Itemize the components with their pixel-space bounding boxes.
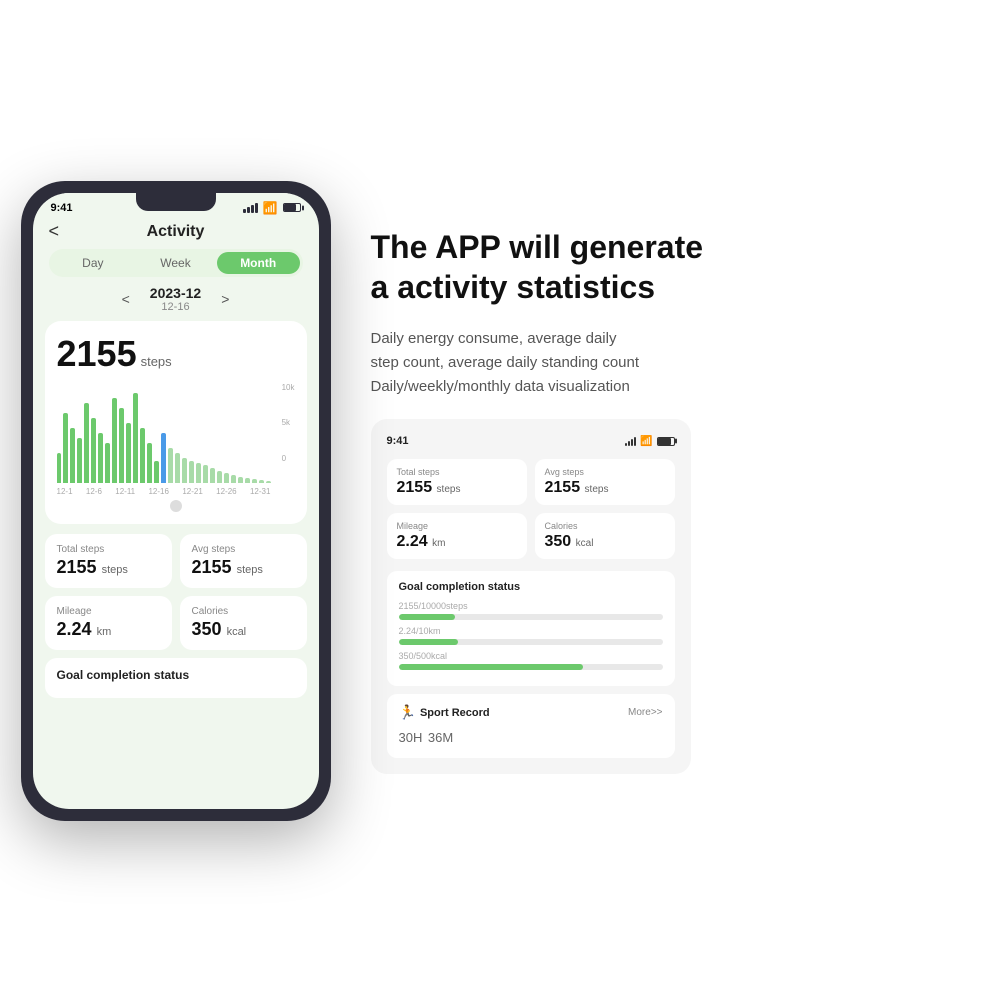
mini-avg-steps-label: Avg steps [545,467,665,477]
mini-goal-title: Goal completion status [399,581,663,593]
bar-chart: 10k 5k 0 [57,383,295,483]
goal-bar-1-bg [399,614,663,620]
x-label-1: 12-1 [57,487,73,496]
goal-bar-2-bg [399,639,663,645]
x-label-31: 12-31 [250,487,270,496]
goal-row-1-label: 2155/10000steps [399,601,663,611]
mini-status-time: 9:41 [387,435,409,447]
mini-wifi-icon: 📶 [640,436,652,447]
chart-card: 2155 steps [45,321,307,524]
y-label-5k: 5k [282,418,295,427]
mileage-label: Mileage [57,606,160,617]
status-icons: 📶 [243,201,301,215]
sport-record-title: 🏃 Sport Record [399,704,490,721]
y-label-10k: 10k [282,383,295,392]
right-content: The APP will generate a activity statist… [371,227,981,774]
description: Daily energy consume, average daily step… [371,327,981,399]
mini-status-icons: 📶 [625,436,674,447]
mini-total-steps-label: Total steps [397,467,517,477]
goal-bar-1-fill [399,614,456,620]
goal-title: Goal completion status [57,668,295,682]
mini-mileage-label: Mileage [397,521,517,531]
goal-bar-3-fill [399,664,584,670]
mini-status-bar: 9:41 📶 [387,435,675,447]
date-next-button[interactable]: > [221,291,229,307]
stat-total-steps: Total steps 2155 steps [45,534,172,588]
mini-signal-icon [625,437,636,446]
date-sub: 12-16 [150,301,201,313]
mini-avg-steps-value: 2155 steps [545,479,665,497]
signal-icon [243,203,258,213]
bar-chart-container: 10k 5k 0 12-1 12-6 12-11 12-16 12-21 12-… [57,383,295,512]
sport-time: 30H 36M [399,725,663,748]
sport-more-link[interactable]: More>> [628,707,662,718]
back-button[interactable]: < [49,221,60,242]
runner-icon: 🏃 [399,704,416,721]
headline-text: The APP will generate a activity statist… [371,227,981,307]
stats-grid: Total steps 2155 steps Avg steps 2155 st… [45,534,307,650]
goal-row-2: 2.24/10km [399,626,663,645]
mini-battery-icon [657,437,675,446]
chart-x-labels: 12-1 12-6 12-11 12-16 12-21 12-26 12-31 [57,487,295,496]
date-prev-button[interactable]: < [122,291,130,307]
sport-record: 🏃 Sport Record More>> 30H 36M [387,694,675,758]
goal-section: Goal completion status [45,658,307,698]
mini-stat-mileage: Mileage 2.24 km [387,513,527,559]
chart-y-labels: 10k 5k 0 [282,383,295,463]
headline: The APP will generate a activity statist… [371,227,981,307]
x-label-26: 12-26 [216,487,236,496]
goal-row-2-label: 2.24/10km [399,626,663,636]
mileage-value: 2.24 km [57,619,160,640]
mini-calories-value: 350 kcal [545,533,665,551]
steps-display: 2155 steps [57,333,295,375]
tab-day[interactable]: Day [52,252,135,274]
steps-number: 2155 [57,333,137,375]
x-label-21: 12-21 [182,487,202,496]
mini-mileage-value: 2.24 km [397,533,517,551]
date-display: 2023-12 12-16 [150,285,201,313]
x-label-6: 12-6 [86,487,102,496]
steps-label: steps [141,354,172,369]
goal-bar-3-bg [399,664,663,670]
chart-marker [170,500,182,512]
mini-stat-avg-steps: Avg steps 2155 steps [535,459,675,505]
sport-record-header: 🏃 Sport Record More>> [399,704,663,721]
goal-row-3: 350/500kcal [399,651,663,670]
mini-total-steps-value: 2155 steps [397,479,517,497]
x-label-11: 12-11 [115,487,135,496]
stat-avg-steps: Avg steps 2155 steps [180,534,307,588]
calories-value: 350 kcal [192,619,295,640]
mini-stat-total-steps: Total steps 2155 steps [387,459,527,505]
avg-steps-value: 2155 steps [192,557,295,578]
calories-label: Calories [192,606,295,617]
battery-icon [283,203,301,212]
stat-calories: Calories 350 kcal [180,596,307,650]
mini-stat-calories: Calories 350 kcal [535,513,675,559]
avg-steps-label: Avg steps [192,544,295,555]
tab-week[interactable]: Week [134,252,217,274]
x-label-16: 12-16 [148,487,168,496]
total-steps-label: Total steps [57,544,160,555]
phone-notch [136,193,216,211]
stat-mileage: Mileage 2.24 km [45,596,172,650]
tab-month[interactable]: Month [217,252,300,274]
phone-screen: 9:41 📶 < Activity [33,193,319,809]
date-main: 2023-12 [150,285,201,301]
tab-selector: Day Week Month [49,249,303,277]
mini-screen: 9:41 📶 T [371,419,691,774]
wifi-icon: 📶 [263,201,278,215]
goal-row-1: 2155/10000steps [399,601,663,620]
total-steps-value: 2155 steps [57,557,160,578]
y-label-0: 0 [282,454,295,463]
mini-calories-label: Calories [545,521,665,531]
app-header: < Activity [33,219,319,249]
status-time: 9:41 [51,202,73,214]
date-nav: < 2023-12 12-16 > [33,285,319,313]
app-title: Activity [147,223,205,241]
goal-bar-2-fill [399,639,458,645]
phone-mockup: 9:41 📶 < Activity [21,181,331,821]
mini-stats-grid: Total steps 2155 steps Avg steps 2155 st… [387,459,675,559]
goal-row-3-label: 350/500kcal [399,651,663,661]
mini-goal-completion: Goal completion status 2155/10000steps 2… [387,571,675,686]
